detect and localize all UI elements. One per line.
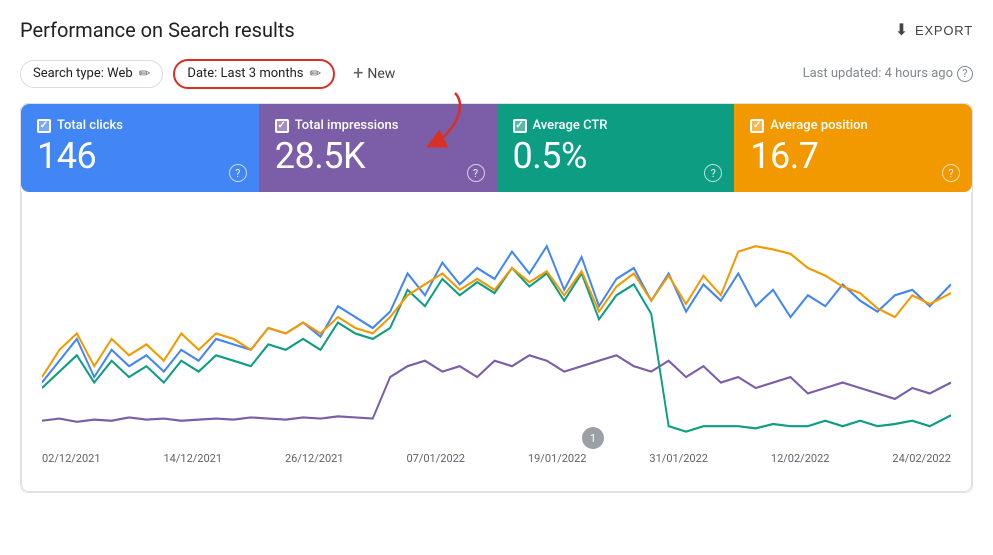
metric-cards: Total clicks 146 ? Total impressions 28.… — [21, 104, 972, 192]
x-label-6: 12/02/2022 — [771, 452, 830, 465]
x-label-3: 07/01/2022 — [406, 452, 465, 465]
last-updated-text: Last updated: 4 hours ago — [803, 66, 953, 81]
export-label: EXPORT — [915, 23, 973, 38]
x-label-4: 19/01/2022 — [528, 452, 587, 465]
new-filter-label: New — [367, 66, 395, 82]
chart-area: 1 02/12/2021 14/12/2021 26/12/2021 07/01… — [21, 192, 972, 492]
metric-avg-position[interactable]: Average position 16.7 ? — [734, 104, 972, 192]
x-label-7: 24/02/2022 — [892, 452, 951, 465]
position-label: Average position — [770, 118, 868, 133]
ctr-checkbox[interactable] — [513, 119, 527, 133]
x-label-0: 02/12/2021 — [42, 452, 101, 465]
metric-avg-ctr[interactable]: Average CTR 0.5% ? — [497, 104, 735, 192]
clicks-help-icon[interactable]: ? — [229, 164, 247, 182]
edit-icon-date: ✏ — [309, 66, 321, 82]
chart-bubble: 1 — [582, 427, 604, 449]
clicks-value: 146 — [37, 137, 243, 177]
last-updated: Last updated: 4 hours ago ? — [803, 66, 973, 82]
metrics-chart-container: Total clicks 146 ? Total impressions 28.… — [20, 103, 973, 493]
position-value: 16.7 — [750, 137, 956, 177]
plus-icon: + — [353, 63, 363, 84]
date-filter[interactable]: Date: Last 3 months ✏ — [173, 59, 335, 89]
metric-header-position: Average position — [750, 118, 956, 133]
metric-header-clicks: Total clicks — [37, 118, 243, 133]
line-chart — [42, 208, 951, 448]
page-title: Performance on Search results — [20, 18, 295, 42]
search-type-label: Search type: Web — [33, 66, 133, 81]
metric-header-ctr: Average CTR — [513, 118, 719, 133]
clicks-checkbox[interactable] — [37, 119, 51, 133]
export-icon: ⬇ — [895, 20, 909, 40]
impressions-label: Total impressions — [295, 118, 399, 133]
ctr-value: 0.5% — [513, 137, 719, 177]
x-axis-labels: 02/12/2021 14/12/2021 26/12/2021 07/01/2… — [42, 448, 951, 465]
position-checkbox[interactable] — [750, 119, 764, 133]
ctr-help-icon[interactable]: ? — [704, 164, 722, 182]
clicks-label: Total clicks — [57, 118, 123, 133]
export-button[interactable]: ⬇ EXPORT — [895, 20, 973, 40]
impressions-checkbox[interactable] — [275, 119, 289, 133]
help-icon[interactable]: ? — [957, 66, 973, 82]
date-label: Date: Last 3 months — [187, 66, 303, 81]
filter-row: Search type: Web ✏ Date: Last 3 months ✏… — [20, 58, 973, 89]
x-label-2: 26/12/2021 — [285, 452, 344, 465]
edit-icon: ✏ — [139, 66, 151, 82]
metric-header-impressions: Total impressions — [275, 118, 481, 133]
impressions-help-icon[interactable]: ? — [467, 164, 485, 182]
new-filter-button[interactable]: + New — [345, 58, 403, 89]
metric-total-impressions[interactable]: Total impressions 28.5K ? — [259, 104, 497, 192]
metric-total-clicks[interactable]: Total clicks 146 ? — [21, 104, 259, 192]
search-type-filter[interactable]: Search type: Web ✏ — [20, 60, 163, 88]
impressions-value: 28.5K — [275, 137, 481, 177]
ctr-label: Average CTR — [533, 118, 608, 133]
position-help-icon[interactable]: ? — [942, 164, 960, 182]
x-label-5: 31/01/2022 — [649, 452, 708, 465]
x-label-1: 14/12/2021 — [163, 452, 222, 465]
